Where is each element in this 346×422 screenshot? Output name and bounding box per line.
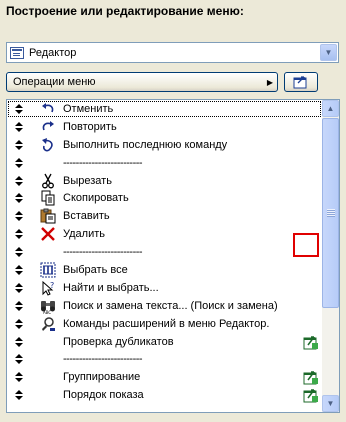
blank-icon — [40, 387, 56, 403]
list-item-label: Вырезать — [63, 174, 112, 187]
copy-icon — [40, 190, 56, 206]
svg-text:ABC: ABC — [43, 310, 51, 314]
window-icon — [10, 46, 24, 59]
add-to-menu-icon[interactable] — [303, 334, 319, 350]
list-item-label: Группирование — [63, 371, 141, 384]
list-item-label: Повторить — [63, 120, 117, 133]
list-item[interactable]: ABC Поиск и замена текста... (Поиск и зам… — [7, 297, 322, 315]
list-separator[interactable]: ------------------------- — [7, 154, 322, 172]
delete-x-icon — [40, 226, 56, 242]
blank-icon — [40, 155, 56, 171]
svg-text:?: ? — [50, 281, 54, 290]
add-to-menu-icon — [293, 76, 307, 89]
list-item[interactable]: Удалить — [7, 225, 322, 243]
list-item[interactable]: Скопировать — [7, 189, 322, 207]
reorder-handle-icon[interactable] — [15, 157, 23, 168]
list-item[interactable]: Вставить — [7, 207, 322, 225]
menu-items-rows: Отменить Повторить Выполнить последнюю ком… — [7, 100, 322, 404]
add-to-menu-button[interactable] — [284, 72, 318, 92]
repeat-icon — [40, 137, 56, 153]
list-item[interactable]: Отменить — [7, 100, 322, 118]
list-item[interactable]: Группирование — [7, 368, 322, 386]
reorder-handle-icon[interactable] — [15, 139, 23, 150]
list-separator[interactable]: ------------------------- — [7, 243, 322, 261]
redo-icon — [40, 119, 56, 135]
list-item-label: Проверка дубликатов — [63, 335, 174, 348]
list-item[interactable]: ? Найти и выбрать... — [7, 279, 322, 297]
reorder-handle-icon[interactable] — [15, 336, 23, 347]
list-item[interactable]: Проверка дубликатов — [7, 333, 322, 351]
reorder-handle-icon[interactable] — [15, 282, 23, 293]
list-item-label: Поиск и замена текста... (Поиск и замена… — [63, 299, 278, 312]
scissors-icon — [40, 173, 56, 189]
vertical-scrollbar[interactable]: ▲ ▼ — [322, 100, 339, 412]
undo-icon — [40, 101, 56, 117]
list-item-label: Команды расширений в меню Редактор. — [63, 317, 270, 330]
reorder-handle-icon[interactable] — [15, 229, 23, 240]
chevron-right-icon: ▶ — [266, 77, 273, 87]
menu-items-list[interactable]: Отменить Повторить Выполнить последнюю ком… — [6, 99, 340, 413]
list-item-label: ------------------------- — [63, 156, 143, 169]
reorder-handle-icon[interactable] — [15, 211, 23, 222]
list-item[interactable]: Вырезать — [7, 172, 322, 190]
reorder-handle-icon[interactable] — [15, 372, 23, 383]
list-item-label: Выполнить последнюю команду — [63, 138, 228, 151]
list-separator[interactable]: ------------------------- — [7, 350, 322, 368]
select-all-icon — [40, 262, 56, 278]
highlight-box — [293, 233, 319, 257]
operations-menu-button[interactable]: Операции меню ▶ — [6, 72, 278, 92]
list-item-label: Найти и выбрать... — [63, 281, 159, 294]
list-item[interactable]: Выбрать все — [7, 261, 322, 279]
scroll-up-button[interactable]: ▲ — [322, 100, 339, 117]
chevron-down-icon[interactable]: ▼ — [320, 44, 337, 61]
extension-icon — [40, 316, 56, 332]
reorder-handle-icon[interactable] — [15, 247, 23, 258]
page-title: Построение или редактирование меню: — [6, 4, 244, 18]
list-item[interactable]: Порядок показа — [7, 386, 322, 404]
find-select-icon: ? — [40, 280, 56, 296]
list-item-label: ------------------------- — [63, 246, 143, 259]
list-item-label: ------------------------- — [63, 353, 143, 366]
list-item-label: Выбрать все — [63, 263, 128, 276]
add-to-menu-icon[interactable] — [303, 387, 319, 403]
blank-icon — [40, 244, 56, 260]
reorder-handle-icon[interactable] — [15, 175, 23, 186]
blank-icon — [40, 351, 56, 367]
list-item-label: Порядок показа — [63, 389, 144, 402]
operations-menu-label: Операции меню — [13, 76, 96, 88]
reorder-handle-icon[interactable] — [15, 193, 23, 204]
menu-select[interactable]: Редактор ▼ — [6, 42, 339, 63]
list-item-label: Отменить — [63, 102, 114, 115]
list-item[interactable]: Выполнить последнюю команду — [7, 136, 322, 154]
list-item[interactable]: Команды расширений в меню Редактор. — [7, 315, 322, 333]
reorder-handle-icon[interactable] — [15, 103, 23, 114]
blank-icon — [40, 369, 56, 385]
add-to-menu-icon[interactable] — [303, 369, 319, 385]
scroll-down-button[interactable]: ▼ — [322, 395, 339, 412]
binoculars-icon: ABC — [40, 298, 56, 314]
list-item-label: Скопировать — [63, 192, 129, 205]
reorder-handle-icon[interactable] — [15, 300, 23, 311]
reorder-handle-icon[interactable] — [15, 121, 23, 132]
reorder-handle-icon[interactable] — [15, 354, 23, 365]
list-item[interactable]: Повторить — [7, 118, 322, 136]
blank-icon — [40, 334, 56, 350]
list-item-label: Вставить — [63, 210, 110, 223]
paste-icon — [40, 208, 56, 224]
list-item-label: Удалить — [63, 228, 105, 241]
reorder-handle-icon[interactable] — [15, 318, 23, 329]
scroll-grip — [327, 209, 335, 217]
menu-select-value: Редактор — [29, 46, 77, 59]
reorder-handle-icon[interactable] — [15, 390, 23, 401]
reorder-handle-icon[interactable] — [15, 264, 23, 275]
scroll-thumb[interactable] — [322, 118, 339, 308]
